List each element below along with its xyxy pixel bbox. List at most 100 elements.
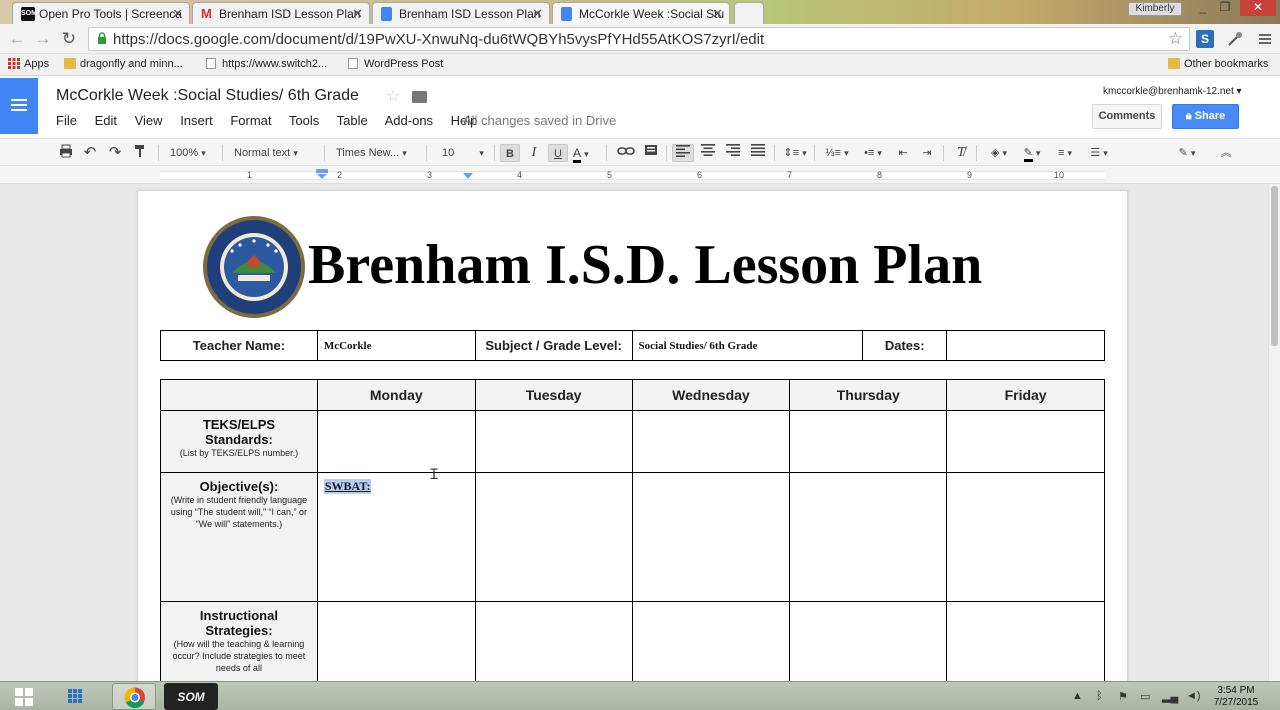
forward-icon[interactable]: → (32, 29, 54, 49)
objective-wednesday-cell[interactable] (631, 472, 791, 602)
teks-thursday-cell[interactable] (789, 410, 948, 473)
print-icon[interactable] (57, 144, 75, 162)
swbat-selected-text[interactable]: SWBAT: (323, 479, 372, 494)
account-email[interactable]: kmccorkle@brenhamk-12.net ▾ (1103, 86, 1242, 97)
teks-friday-cell[interactable] (946, 410, 1105, 473)
objective-monday-cell[interactable]: SWBAT: (316, 472, 476, 602)
bookmark-apps[interactable]: Apps (8, 58, 49, 70)
indent-marker-icon[interactable] (316, 169, 328, 181)
bold-button[interactable]: B (500, 144, 520, 162)
subject-grade-value[interactable]: Social Studies/ 6th Grade (631, 330, 864, 361)
zoom-select[interactable]: 100% ▾ (170, 144, 216, 162)
document-heading[interactable]: Brenham I.S.D. Lesson Plan (308, 233, 982, 297)
paragraph-style-select[interactable]: Normal text ▾ (234, 144, 314, 162)
folder-icon[interactable] (412, 91, 427, 103)
bookmark-wordpress[interactable]: WordPress Post (348, 58, 443, 70)
minimize-icon[interactable]: _ (1192, 0, 1214, 16)
document-title[interactable]: McCorkle Week :Social Studies/ 6th Grade (56, 87, 359, 105)
new-tab-button[interactable] (734, 2, 764, 24)
strategies-wednesday-cell[interactable] (631, 601, 791, 681)
dates-value[interactable] (946, 330, 1105, 361)
right-indent-marker-icon[interactable] (462, 173, 474, 181)
teacher-name-value[interactable]: McCorkle (316, 330, 476, 361)
browser-tab-mccorkle-week[interactable]: McCorkle Week :Social Stu ✕ (552, 2, 730, 24)
ruler[interactable]: 1 2 3 4 5 6 7 8 9 10 (0, 166, 1280, 184)
som-taskbar-icon[interactable]: SOM (164, 683, 218, 710)
restore-icon[interactable]: ❐ (1214, 0, 1236, 16)
menu-view[interactable]: View (135, 113, 163, 128)
profile-badge[interactable]: Kimberly (1128, 2, 1182, 16)
font-size-select[interactable]: 10 ▾ (442, 144, 488, 162)
share-button[interactable]: 🔒︎ Share (1172, 104, 1239, 129)
bulleted-list-icon[interactable]: •≡ ▾ (856, 144, 890, 162)
menu-edit[interactable]: Edit (95, 113, 117, 128)
increase-indent-icon[interactable]: ⇥ (917, 144, 937, 162)
close-window-icon[interactable]: ✕ (1240, 0, 1276, 16)
editing-mode-icon[interactable]: ✎ ▾ (1172, 144, 1202, 162)
italic-button[interactable]: I (525, 144, 543, 162)
vertical-scrollbar[interactable] (1268, 184, 1280, 681)
extension-eyedropper-icon[interactable] (1226, 30, 1244, 48)
bookmark-switch2[interactable]: https://www.switch2... (206, 58, 327, 70)
teks-tuesday-cell[interactable] (474, 410, 633, 473)
docs-home-icon[interactable] (0, 78, 38, 134)
reload-icon[interactable]: ↻ (58, 29, 80, 49)
comments-button[interactable]: Comments (1092, 104, 1162, 129)
align-center-icon[interactable] (698, 144, 718, 162)
strategies-tuesday-cell[interactable] (474, 601, 633, 681)
line-spacing-icon[interactable]: ⇕≡ ▾ (780, 144, 810, 162)
decrease-indent-icon[interactable]: ⇤ (893, 144, 913, 162)
flag-icon[interactable]: ⚑ (1118, 690, 1128, 703)
collapse-menus-icon[interactable]: ︽ (1216, 144, 1236, 162)
strategies-monday-cell[interactable] (316, 601, 476, 681)
apps-grid-icon[interactable] (58, 683, 92, 710)
strategies-thursday-cell[interactable] (789, 601, 948, 681)
border-width-icon[interactable]: ≡ ▾ (1050, 144, 1080, 162)
chrome-menu-icon[interactable] (1256, 30, 1274, 48)
system-clock[interactable]: 3:54 PM 7/27/2015 (1208, 685, 1264, 709)
undo-icon[interactable]: ↶ (81, 144, 99, 162)
url-input[interactable]: https://docs.google.com/document/d/19PwX… (88, 27, 1190, 51)
objective-tuesday-cell[interactable] (474, 472, 633, 602)
numbered-list-icon[interactable]: ⅓≡ ▾ (820, 144, 854, 162)
comment-icon[interactable] (642, 144, 660, 162)
browser-tab-gmail[interactable]: M Brenham ISD Lesson Plan ✕ (192, 2, 370, 24)
chrome-taskbar-icon[interactable] (112, 683, 156, 710)
teks-monday-cell[interactable] (316, 410, 476, 473)
font-select[interactable]: Times New... ▾ (336, 144, 416, 162)
document-page[interactable]: Brenham I.S.D. Lesson Plan Teacher Name:… (137, 190, 1128, 681)
menu-format[interactable]: Format (230, 113, 271, 128)
other-bookmarks[interactable]: Other bookmarks (1168, 58, 1268, 70)
clear-formatting-icon[interactable]: T̸ (951, 144, 971, 162)
link-icon[interactable] (616, 144, 636, 162)
bluetooth-icon[interactable]: ᛒ (1096, 690, 1103, 702)
pen-color-icon[interactable]: ✎ ▾ (1016, 144, 1048, 162)
menu-addons[interactable]: Add-ons (385, 113, 433, 128)
menu-insert[interactable]: Insert (180, 113, 213, 128)
teks-wednesday-cell[interactable] (631, 410, 791, 473)
tray-overflow-icon[interactable]: ▲ (1072, 690, 1083, 702)
browser-tab-open-pro-tools[interactable]: SOM Open Pro Tools | Screenca ✕ (12, 2, 190, 24)
redo-icon[interactable]: ↷ (106, 144, 124, 162)
objective-friday-cell[interactable] (946, 472, 1105, 602)
star-icon[interactable]: ☆ (386, 86, 400, 106)
back-icon[interactable]: ← (6, 29, 28, 49)
volume-icon[interactable]: ◄) (1186, 690, 1201, 702)
menu-table[interactable]: Table (337, 113, 368, 128)
paint-format-icon[interactable] (131, 144, 149, 162)
battery-icon[interactable]: ▭ (1140, 690, 1150, 703)
menu-file[interactable]: File (56, 113, 77, 128)
underline-button[interactable]: U (548, 144, 568, 162)
browser-tab-docs-lesson-plan[interactable]: Brenham ISD Lesson Plan ✕ (372, 2, 550, 24)
objective-thursday-cell[interactable] (789, 472, 948, 602)
close-icon[interactable]: ✕ (712, 6, 723, 22)
align-right-icon[interactable] (723, 144, 743, 162)
menu-tools[interactable]: Tools (289, 113, 319, 128)
lesson-plan-table[interactable]: Monday Tuesday Wednesday Thursday Friday… (160, 379, 1105, 681)
close-icon[interactable]: ✕ (172, 6, 183, 22)
bookmark-star-icon[interactable]: ☆ (1168, 29, 1183, 49)
teacher-info-table[interactable]: Teacher Name: McCorkle Subject / Grade L… (160, 330, 1105, 361)
extension-s-icon[interactable]: S (1196, 30, 1214, 48)
highlight-color-icon[interactable]: ◈ ▾ (984, 144, 1014, 162)
align-justify-icon[interactable] (748, 144, 768, 162)
